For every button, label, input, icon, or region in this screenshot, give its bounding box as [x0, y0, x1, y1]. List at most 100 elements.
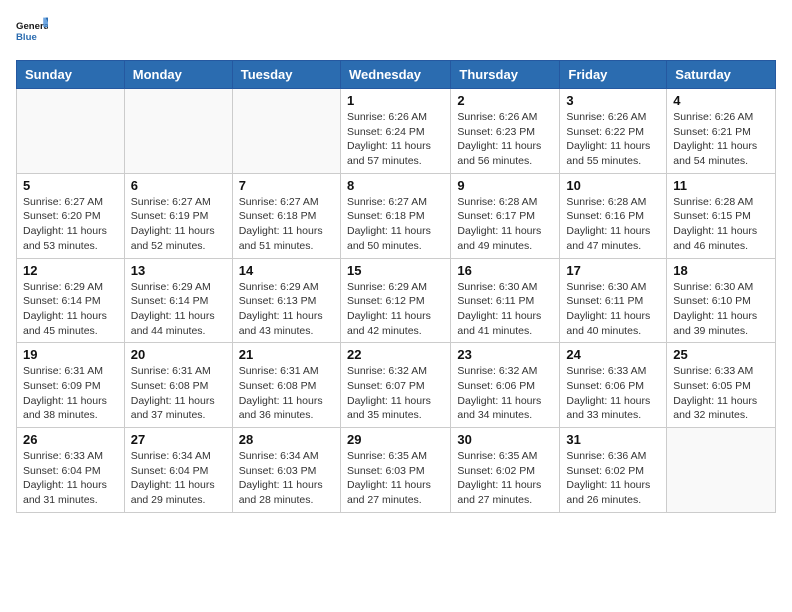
day-number: 11	[673, 178, 769, 193]
calendar-cell: 9 Sunrise: 6:28 AM Sunset: 6:17 PM Daylig…	[451, 173, 560, 258]
day-info: Sunrise: 6:26 AM Sunset: 6:22 PM Dayligh…	[566, 110, 660, 169]
day-info: Sunrise: 6:29 AM Sunset: 6:14 PM Dayligh…	[131, 280, 226, 339]
svg-text:Blue: Blue	[16, 32, 37, 43]
day-info: Sunrise: 6:31 AM Sunset: 6:08 PM Dayligh…	[131, 364, 226, 423]
calendar-cell: 10 Sunrise: 6:28 AM Sunset: 6:16 PM Dayli…	[560, 173, 667, 258]
day-info: Sunrise: 6:26 AM Sunset: 6:23 PM Dayligh…	[457, 110, 553, 169]
day-info: Sunrise: 6:29 AM Sunset: 6:13 PM Dayligh…	[239, 280, 334, 339]
day-number: 16	[457, 263, 553, 278]
day-info: Sunrise: 6:28 AM Sunset: 6:17 PM Dayligh…	[457, 195, 553, 254]
calendar-cell: 28 Sunrise: 6:34 AM Sunset: 6:03 PM Dayli…	[232, 428, 340, 513]
day-info: Sunrise: 6:31 AM Sunset: 6:08 PM Dayligh…	[239, 364, 334, 423]
calendar-cell	[667, 428, 776, 513]
day-info: Sunrise: 6:30 AM Sunset: 6:11 PM Dayligh…	[566, 280, 660, 339]
day-number: 2	[457, 93, 553, 108]
day-info: Sunrise: 6:26 AM Sunset: 6:21 PM Dayligh…	[673, 110, 769, 169]
day-number: 21	[239, 347, 334, 362]
calendar-week-5: 26 Sunrise: 6:33 AM Sunset: 6:04 PM Dayli…	[17, 428, 776, 513]
calendar-week-2: 5 Sunrise: 6:27 AM Sunset: 6:20 PM Daylig…	[17, 173, 776, 258]
calendar-cell: 22 Sunrise: 6:32 AM Sunset: 6:07 PM Dayli…	[340, 343, 450, 428]
calendar-cell: 14 Sunrise: 6:29 AM Sunset: 6:13 PM Dayli…	[232, 258, 340, 343]
day-number: 7	[239, 178, 334, 193]
logo-icon: General Blue	[16, 16, 48, 48]
calendar-cell: 2 Sunrise: 6:26 AM Sunset: 6:23 PM Daylig…	[451, 89, 560, 174]
calendar-cell: 23Sunrise: 6:32 AM Sunset: 6:06 PM Dayli…	[451, 343, 560, 428]
day-info: Sunrise: 6:27 AM Sunset: 6:18 PM Dayligh…	[347, 195, 444, 254]
calendar-cell: 6 Sunrise: 6:27 AM Sunset: 6:19 PM Daylig…	[124, 173, 232, 258]
day-info: Sunrise: 6:34 AM Sunset: 6:04 PM Dayligh…	[131, 449, 226, 508]
day-info: Sunrise: 6:31 AM Sunset: 6:09 PM Dayligh…	[23, 364, 118, 423]
day-number: 23	[457, 347, 553, 362]
day-number: 25	[673, 347, 769, 362]
day-number: 20	[131, 347, 226, 362]
calendar-cell: 16Sunrise: 6:30 AM Sunset: 6:11 PM Dayli…	[451, 258, 560, 343]
day-info: Sunrise: 6:26 AM Sunset: 6:24 PM Dayligh…	[347, 110, 444, 169]
day-info: Sunrise: 6:27 AM Sunset: 6:19 PM Dayligh…	[131, 195, 226, 254]
day-info: Sunrise: 6:33 AM Sunset: 6:05 PM Dayligh…	[673, 364, 769, 423]
day-info: Sunrise: 6:28 AM Sunset: 6:16 PM Dayligh…	[566, 195, 660, 254]
day-number: 8	[347, 178, 444, 193]
day-number: 19	[23, 347, 118, 362]
day-number: 12	[23, 263, 118, 278]
day-number: 1	[347, 93, 444, 108]
calendar-cell: 30 Sunrise: 6:35 AM Sunset: 6:02 PM Dayli…	[451, 428, 560, 513]
day-number: 27	[131, 432, 226, 447]
day-number: 28	[239, 432, 334, 447]
day-number: 10	[566, 178, 660, 193]
calendar-cell: 17Sunrise: 6:30 AM Sunset: 6:11 PM Dayli…	[560, 258, 667, 343]
weekday-header-saturday: Saturday	[667, 61, 776, 89]
day-number: 18	[673, 263, 769, 278]
logo: General Blue	[16, 16, 48, 48]
calendar-cell: 12 Sunrise: 6:29 AM Sunset: 6:14 PM Dayli…	[17, 258, 125, 343]
weekday-header-monday: Monday	[124, 61, 232, 89]
day-number: 29	[347, 432, 444, 447]
day-number: 14	[239, 263, 334, 278]
day-number: 26	[23, 432, 118, 447]
calendar-week-4: 19 Sunrise: 6:31 AM Sunset: 6:09 PM Dayli…	[17, 343, 776, 428]
calendar-cell: 27 Sunrise: 6:34 AM Sunset: 6:04 PM Dayli…	[124, 428, 232, 513]
day-info: Sunrise: 6:35 AM Sunset: 6:03 PM Dayligh…	[347, 449, 444, 508]
day-info: Sunrise: 6:33 AM Sunset: 6:06 PM Dayligh…	[566, 364, 660, 423]
day-number: 9	[457, 178, 553, 193]
day-number: 5	[23, 178, 118, 193]
day-info: Sunrise: 6:33 AM Sunset: 6:04 PM Dayligh…	[23, 449, 118, 508]
day-number: 3	[566, 93, 660, 108]
calendar-cell: 25 Sunrise: 6:33 AM Sunset: 6:05 PM Dayli…	[667, 343, 776, 428]
calendar-cell: 31 Sunrise: 6:36 AM Sunset: 6:02 PM Dayli…	[560, 428, 667, 513]
day-info: Sunrise: 6:36 AM Sunset: 6:02 PM Dayligh…	[566, 449, 660, 508]
weekday-header-thursday: Thursday	[451, 61, 560, 89]
calendar-cell: 20 Sunrise: 6:31 AM Sunset: 6:08 PM Dayli…	[124, 343, 232, 428]
day-info: Sunrise: 6:32 AM Sunset: 6:07 PM Dayligh…	[347, 364, 444, 423]
day-info: Sunrise: 6:30 AM Sunset: 6:10 PM Dayligh…	[673, 280, 769, 339]
calendar-cell: 13Sunrise: 6:29 AM Sunset: 6:14 PM Dayli…	[124, 258, 232, 343]
day-info: Sunrise: 6:28 AM Sunset: 6:15 PM Dayligh…	[673, 195, 769, 254]
calendar-cell: 3 Sunrise: 6:26 AM Sunset: 6:22 PM Daylig…	[560, 89, 667, 174]
calendar-cell	[124, 89, 232, 174]
day-info: Sunrise: 6:29 AM Sunset: 6:14 PM Dayligh…	[23, 280, 118, 339]
day-number: 4	[673, 93, 769, 108]
calendar-table: SundayMondayTuesdayWednesdayThursdayFrid…	[16, 60, 776, 513]
calendar-cell: 8 Sunrise: 6:27 AM Sunset: 6:18 PM Daylig…	[340, 173, 450, 258]
calendar-cell: 5 Sunrise: 6:27 AM Sunset: 6:20 PM Daylig…	[17, 173, 125, 258]
day-number: 31	[566, 432, 660, 447]
day-info: Sunrise: 6:34 AM Sunset: 6:03 PM Dayligh…	[239, 449, 334, 508]
weekday-header-tuesday: Tuesday	[232, 61, 340, 89]
day-number: 24	[566, 347, 660, 362]
day-number: 6	[131, 178, 226, 193]
calendar-cell: 11 Sunrise: 6:28 AM Sunset: 6:15 PM Dayli…	[667, 173, 776, 258]
calendar-cell	[17, 89, 125, 174]
day-info: Sunrise: 6:27 AM Sunset: 6:18 PM Dayligh…	[239, 195, 334, 254]
day-number: 15	[347, 263, 444, 278]
page-header: General Blue	[16, 16, 776, 48]
calendar-week-1: 1 Sunrise: 6:26 AM Sunset: 6:24 PM Daylig…	[17, 89, 776, 174]
day-info: Sunrise: 6:35 AM Sunset: 6:02 PM Dayligh…	[457, 449, 553, 508]
day-number: 30	[457, 432, 553, 447]
day-info: Sunrise: 6:29 AM Sunset: 6:12 PM Dayligh…	[347, 280, 444, 339]
day-number: 22	[347, 347, 444, 362]
weekday-header-row: SundayMondayTuesdayWednesdayThursdayFrid…	[17, 61, 776, 89]
day-info: Sunrise: 6:27 AM Sunset: 6:20 PM Dayligh…	[23, 195, 118, 254]
calendar-cell: 4 Sunrise: 6:26 AM Sunset: 6:21 PM Daylig…	[667, 89, 776, 174]
calendar-cell	[232, 89, 340, 174]
calendar-cell: 15 Sunrise: 6:29 AM Sunset: 6:12 PM Dayli…	[340, 258, 450, 343]
calendar-cell: 29 Sunrise: 6:35 AM Sunset: 6:03 PM Dayli…	[340, 428, 450, 513]
